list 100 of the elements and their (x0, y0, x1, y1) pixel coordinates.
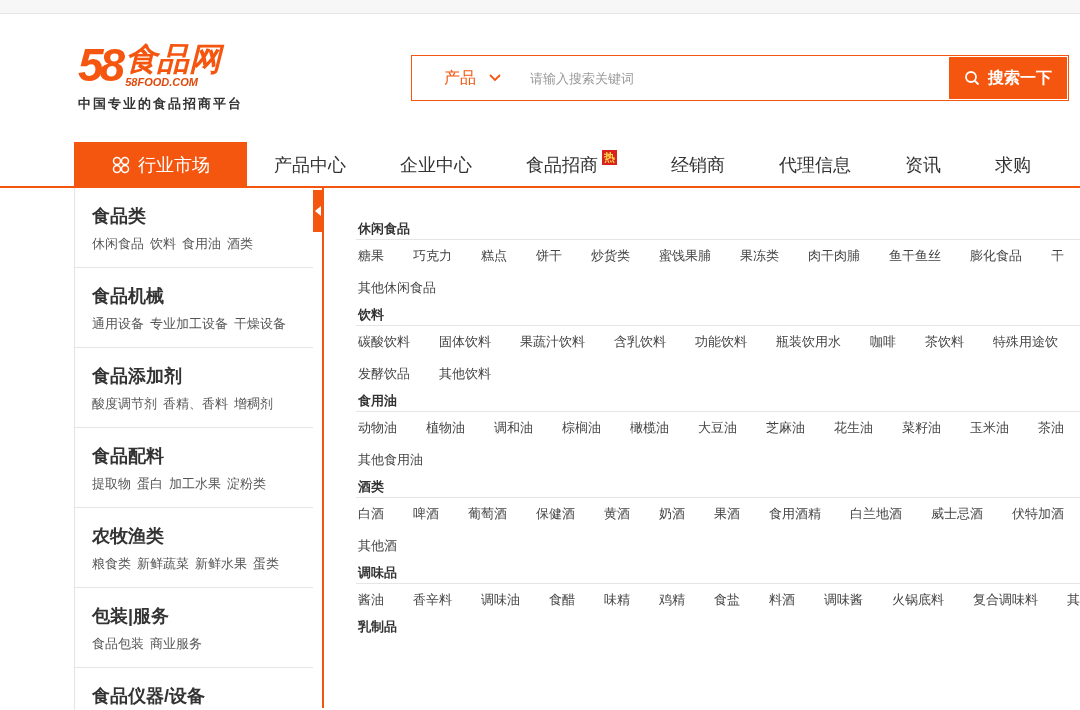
food-link[interactable]: 饼干 (536, 246, 562, 266)
food-link[interactable]: 保健酒 (536, 504, 575, 524)
food-link[interactable]: 固体饮料 (439, 332, 491, 352)
food-link[interactable]: 白酒 (358, 504, 384, 524)
food-link[interactable]: 菜籽油 (902, 418, 941, 438)
subcategory-link[interactable]: 加工水果 (169, 474, 221, 494)
subcategory-link[interactable]: 专业加工设备 (150, 314, 228, 334)
food-link[interactable]: 食盐 (714, 590, 740, 610)
collapse-tab[interactable] (313, 190, 322, 232)
logo-tagline: 中国专业的食品招商平台 (78, 95, 244, 114)
subcategory-link[interactable]: 蛋类 (253, 554, 279, 574)
nav-tab[interactable]: 求购 (968, 142, 1058, 188)
food-link[interactable]: 巧克力 (413, 246, 452, 266)
subcategory-link[interactable]: 食品包装 (92, 634, 144, 654)
nav-tab[interactable]: 资讯 (878, 142, 968, 188)
category-title: 食品配料 (92, 445, 165, 468)
food-link[interactable]: 火锅底料 (892, 590, 944, 610)
food-link[interactable]: 奶酒 (659, 504, 685, 524)
nav-tab[interactable]: 企业中心 (373, 142, 499, 188)
food-link[interactable]: 黄酒 (604, 504, 630, 524)
section-title: 休闲食品 (356, 220, 411, 238)
food-link[interactable]: 调味酱 (824, 590, 863, 610)
food-link[interactable]: 复合调味料 (973, 590, 1038, 610)
subcategory-link[interactable]: 新鲜蔬菜 (137, 554, 189, 574)
food-link[interactable]: 茶油 (1038, 418, 1064, 438)
subcategory-link[interactable]: 粮食类 (92, 554, 131, 574)
food-link[interactable]: 白兰地酒 (850, 504, 902, 524)
search-field[interactable]: 请输入搜索关键词 (518, 56, 949, 100)
category-card[interactable]: 食品配料 提取物 蛋白 加工水果 淀粉类 (75, 428, 313, 508)
food-link[interactable]: 肉干肉脯 (808, 246, 860, 266)
food-link[interactable]: 味精 (604, 590, 630, 610)
food-link[interactable]: 调味油 (481, 590, 520, 610)
subcategory-link[interactable]: 酸度调节剂 (92, 394, 157, 414)
food-link[interactable]: 碳酸饮料 (358, 332, 410, 352)
subcategory-link[interactable]: 蛋白 (137, 474, 163, 494)
food-link[interactable]: 功能饮料 (695, 332, 747, 352)
subcategory-link[interactable]: 新鲜水果 (195, 554, 247, 574)
food-link[interactable]: 其他食用油 (358, 450, 423, 470)
food-link[interactable]: 棕榈油 (562, 418, 601, 438)
food-link[interactable]: 糕点 (481, 246, 507, 266)
food-link[interactable]: 果冻类 (740, 246, 779, 266)
food-link[interactable]: 食用酒精 (769, 504, 821, 524)
food-link[interactable]: 果酒 (714, 504, 740, 524)
food-link[interactable]: 动物油 (358, 418, 397, 438)
category-card[interactable]: 食品机械 通用设备 专业加工设备 干燥设备 (75, 268, 313, 348)
food-link[interactable]: 茶饮料 (925, 332, 964, 352)
category-card[interactable]: 农牧渔类 粮食类 新鲜蔬菜 新鲜水果 蛋类 (75, 508, 313, 588)
nav-tab[interactable]: 产品中心 (247, 142, 373, 188)
nav-tab[interactable]: 食品招商 热 (499, 142, 644, 188)
food-link[interactable]: 发酵饮品 (358, 364, 410, 384)
hot-badge: 热 (602, 150, 617, 165)
food-link[interactable]: 蜜饯果脯 (659, 246, 711, 266)
food-link[interactable]: 炒货类 (591, 246, 630, 266)
food-link[interactable]: 咖啡 (870, 332, 896, 352)
food-link[interactable]: 其他饮料 (439, 364, 491, 384)
food-link[interactable]: 橄榄油 (630, 418, 669, 438)
food-link[interactable]: 鱼干鱼丝 (889, 246, 941, 266)
subcategory-link[interactable]: 通用设备 (92, 314, 144, 334)
food-link[interactable]: 鸡精 (659, 590, 685, 610)
food-link[interactable]: 啤酒 (413, 504, 439, 524)
subcategory-link[interactable]: 干燥设备 (234, 314, 286, 334)
food-link[interactable]: 威士忌酒 (931, 504, 983, 524)
food-link[interactable]: 玉米油 (970, 418, 1009, 438)
food-link[interactable]: 酱油 (358, 590, 384, 610)
category-card[interactable]: 包装|服务 食品包装 商业服务 (75, 588, 313, 668)
food-link[interactable]: 葡萄酒 (468, 504, 507, 524)
subcategory-link[interactable]: 香精、香料 (163, 394, 228, 414)
food-link[interactable]: 糖果 (358, 246, 384, 266)
food-link[interactable]: 其 (1067, 590, 1080, 610)
food-link[interactable]: 大豆油 (698, 418, 737, 438)
food-link[interactable]: 其他酒 (358, 536, 397, 556)
food-link[interactable]: 调和油 (494, 418, 533, 438)
food-link[interactable]: 花生油 (834, 418, 873, 438)
subcategory-link[interactable]: 增稠剂 (234, 394, 273, 414)
nav-tab[interactable]: 代理信息 (752, 142, 878, 188)
food-link[interactable]: 瓶装饮用水 (776, 332, 841, 352)
food-link[interactable]: 膨化食品 (970, 246, 1022, 266)
category-card[interactable]: 食品添加剂 酸度调节剂 香精、香料 增稠剂 (75, 348, 313, 428)
food-link[interactable]: 料酒 (769, 590, 795, 610)
subcategory-link[interactable]: 食用油 (182, 234, 221, 254)
food-link[interactable]: 干 (1051, 246, 1064, 266)
nav-tab[interactable]: 经销商 (644, 142, 752, 188)
subcategory-link[interactable]: 酒类 (227, 234, 253, 254)
food-link[interactable]: 其他休闲食品 (358, 278, 436, 298)
subcategory-link[interactable]: 提取物 (92, 474, 131, 494)
food-link[interactable]: 食醋 (549, 590, 575, 610)
search-icon (964, 70, 980, 86)
subcategory-link[interactable]: 商业服务 (150, 634, 202, 654)
food-link[interactable]: 含乳饮料 (614, 332, 666, 352)
food-link[interactable]: 香辛料 (413, 590, 452, 610)
category-title: 农牧渔类 (92, 525, 165, 548)
category-card[interactable]: 食品仪器/设备 (75, 668, 313, 710)
subcategory-link[interactable]: 淀粉类 (227, 474, 266, 494)
food-link[interactable]: 伏特加酒 (1012, 504, 1064, 524)
subcategory-link[interactable]: 休闲食品 (92, 234, 144, 254)
subcategory-link[interactable]: 饮料 (150, 234, 176, 254)
food-link[interactable]: 特殊用途饮 (993, 332, 1058, 352)
food-link[interactable]: 植物油 (426, 418, 465, 438)
food-link[interactable]: 果蔬汁饮料 (520, 332, 585, 352)
food-link[interactable]: 芝麻油 (766, 418, 805, 438)
